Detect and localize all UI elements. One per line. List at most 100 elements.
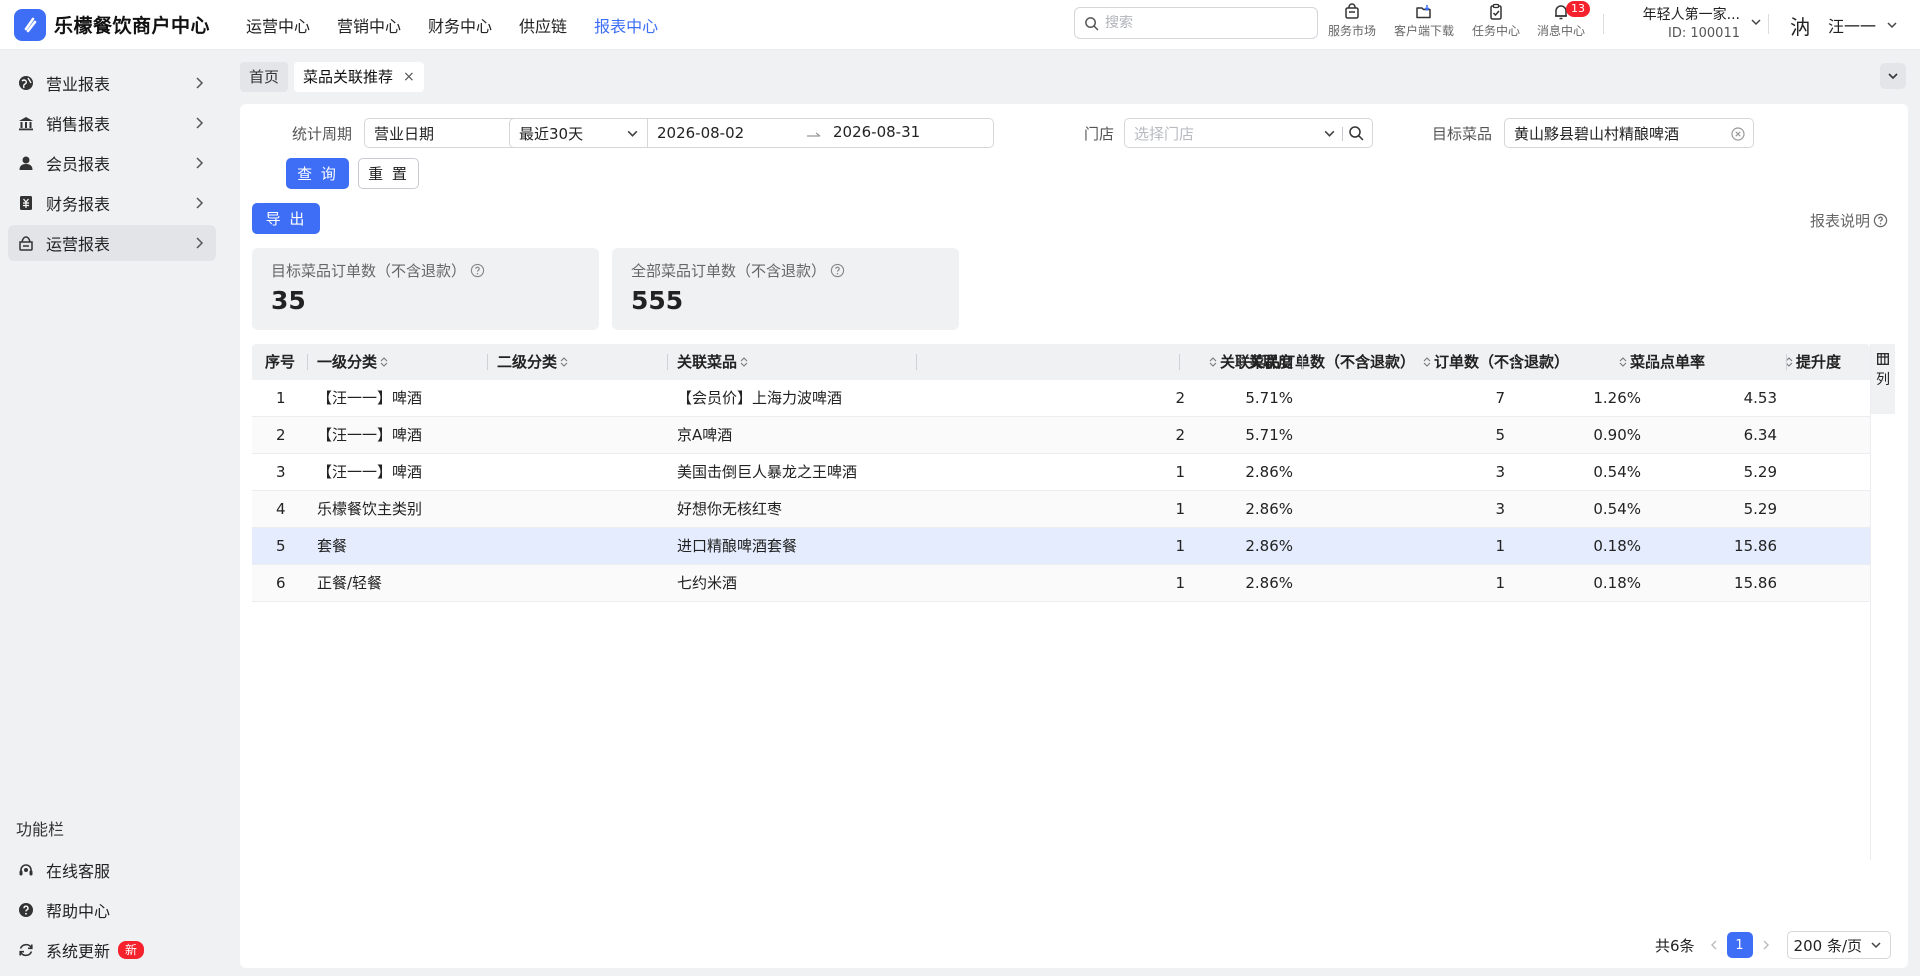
sidebar-item-member-report[interactable]: 会员报表 [8, 145, 216, 181]
cell-lift: 15.86 [1734, 537, 1777, 555]
user-menu[interactable]: 汭 汪一一 [1784, 9, 1898, 41]
cell-orders: 1 [1495, 537, 1505, 555]
topnav-reports[interactable]: 报表中心 [594, 13, 658, 37]
sidebar-item-business-report[interactable]: 营业报表 [8, 65, 216, 101]
divider [1603, 14, 1604, 34]
sidebar-item-sales-report[interactable]: 销售报表 [8, 105, 216, 141]
function-bar-title: 功能栏 [16, 820, 65, 839]
sort-icon[interactable] [1423, 356, 1431, 368]
store-label: 门店 [1084, 125, 1115, 143]
store-switcher[interactable]: 年轻人第一家... ID: 100011 [1612, 4, 1762, 41]
sidebar: 营业报表 销售报表 会员报表 财务报表 运营报表 功能栏 在线客服 帮助中心 系… [0, 50, 224, 976]
topnav-marketing[interactable]: 营销中心 [337, 13, 401, 37]
column-divider [667, 354, 668, 370]
stat-label-text: 全部菜品订单数（不含退款） [631, 262, 827, 280]
sort-icon[interactable] [560, 356, 568, 368]
sidebar-item-help-center[interactable]: 帮助中心 [8, 892, 216, 928]
tool-label: 任务中心 [1471, 24, 1520, 38]
collapse-button[interactable] [1880, 63, 1906, 89]
column-divider [487, 354, 488, 370]
sort-icon[interactable] [1237, 356, 1245, 368]
sidebar-item-label: 会员报表 [46, 155, 111, 174]
tool-service-market[interactable]: 服务市场 [1317, 3, 1387, 39]
search-input[interactable] [1105, 15, 1305, 31]
sidebar-item-label: 帮助中心 [46, 902, 111, 921]
table-scrollbar[interactable] [1870, 415, 1894, 860]
tool-message-center[interactable]: 13 消息中心 [1526, 1, 1596, 39]
global-search[interactable] [1074, 7, 1318, 39]
tab-home[interactable]: 首页 [240, 62, 289, 92]
cell-association: 5.71% [1245, 389, 1293, 407]
message-count-badge: 13 [1566, 1, 1590, 17]
refresh-icon [18, 942, 34, 958]
page-size-select[interactable]: 200 条/页 [1786, 931, 1891, 959]
headset-icon [18, 862, 34, 878]
cell-orders: 3 [1495, 463, 1505, 481]
query-button[interactable]: 查 询 [286, 158, 349, 189]
cell-related-orders: 1 [1175, 463, 1185, 481]
question-circle-icon [18, 902, 34, 918]
question-circle-icon[interactable] [470, 263, 485, 278]
cell-association: 2.86% [1245, 537, 1293, 555]
question-circle-icon[interactable] [830, 263, 845, 278]
tool-client-download[interactable]: 客户端下载 [1389, 3, 1459, 39]
column-divider [307, 354, 308, 370]
report-help-link[interactable]: 报表说明 [1810, 210, 1888, 231]
page-1-button[interactable]: 1 [1726, 932, 1753, 958]
topnav-finance[interactable]: 财务中心 [428, 13, 492, 37]
store-select[interactable]: 选择门店 [1124, 118, 1373, 148]
cell-order-rate: 0.54% [1593, 463, 1641, 481]
table-row-selected[interactable]: 5 套餐 进口精酿啤酒套餐 1 2.86% 1 0.18% 15.86 [252, 528, 1870, 565]
col-header-related-dish[interactable]: 关联菜品 [677, 344, 751, 380]
end-date[interactable]: 2026-08-31 [833, 123, 920, 141]
target-dish-input[interactable]: 黄山黟县碧山村精酿啤酒 [1504, 118, 1754, 148]
tool-task-center[interactable]: 任务中心 [1461, 3, 1531, 39]
brand[interactable]: 乐檬餐饮商户中心 [14, 8, 246, 41]
store-id: ID: 100011 [1668, 26, 1740, 41]
table-row[interactable]: 1 【汪一一】啤酒 【会员价】上海力波啤酒 2 5.71% 7 1.26% 4.… [252, 380, 1870, 417]
top-nav: 运营中心 营销中心 财务中心 供应链 报表中心 [246, 13, 685, 37]
date-type-select[interactable]: 营业日期 [364, 118, 533, 148]
export-button[interactable]: 导 出 [252, 203, 320, 234]
topnav-supply-chain[interactable]: 供应链 [519, 13, 567, 37]
column-settings-button[interactable]: 列 [1871, 344, 1895, 414]
topnav-operations[interactable]: 运营中心 [246, 13, 310, 37]
sidebar-item-system-update[interactable]: 系统更新 新 [8, 932, 216, 968]
stat-label: 目标菜品订单数（不含退款） [271, 260, 580, 281]
avatar: 汭 [1784, 9, 1816, 41]
col-header-association[interactable]: 关联度 [1189, 344, 1293, 380]
sidebar-item-finance-report[interactable]: 财务报表 [8, 185, 216, 221]
start-date[interactable]: 2026-08-02 [657, 124, 744, 142]
cell-order-rate: 0.18% [1593, 574, 1641, 592]
col-header-index: 序号 [265, 353, 296, 371]
tab-dish-association[interactable]: 菜品关联推荐 × [294, 62, 424, 92]
col-header-category2[interactable]: 二级分类 [497, 344, 571, 380]
cell-association: 2.86% [1245, 500, 1293, 518]
cell-category1: 【汪一一】啤酒 [317, 463, 423, 481]
range-preset-select[interactable]: 最近30天 [509, 118, 648, 148]
prev-page-button[interactable] [1705, 939, 1723, 951]
sort-icon[interactable] [380, 356, 388, 368]
next-page-button[interactable] [1757, 939, 1775, 951]
date-range-picker[interactable]: 2026-08-02 2026-08-31 [647, 118, 994, 148]
clear-icon[interactable] [1731, 127, 1745, 141]
ledger-icon [18, 195, 34, 211]
col-header-category1[interactable]: 一级分类 [317, 344, 391, 380]
sidebar-item-online-service[interactable]: 在线客服 [8, 852, 216, 888]
cell-category1: 乐檬餐饮主类别 [317, 500, 423, 518]
table-row[interactable]: 6 正餐/轻餐 七约米酒 1 2.86% 1 0.18% 15.86 [252, 565, 1870, 602]
help-label: 报表说明 [1810, 212, 1871, 230]
reset-button[interactable]: 重 置 [358, 158, 419, 189]
column-divider [1786, 354, 1787, 370]
cell-order-rate: 1.26% [1593, 389, 1641, 407]
table-row[interactable]: 3 【汪一一】啤酒 美国击倒巨人暴龙之王啤酒 1 2.86% 3 0.54% 5… [252, 454, 1870, 491]
search-icon[interactable] [1348, 125, 1364, 141]
sort-icon[interactable] [1619, 356, 1627, 368]
cell-category1: 套餐 [317, 537, 348, 555]
table-row[interactable]: 2 【汪一一】啤酒 京A啤酒 2 5.71% 5 0.90% 6.34 [252, 417, 1870, 454]
col-header-lift[interactable]: 提升度 [1660, 344, 1841, 380]
close-icon[interactable]: × [403, 62, 415, 92]
table-row[interactable]: 4 乐檬餐饮主类别 好想你无核红枣 1 2.86% 3 0.54% 5.29 [252, 491, 1870, 528]
sidebar-item-operations-report[interactable]: 运营报表 [8, 225, 216, 261]
sort-icon[interactable] [740, 356, 748, 368]
